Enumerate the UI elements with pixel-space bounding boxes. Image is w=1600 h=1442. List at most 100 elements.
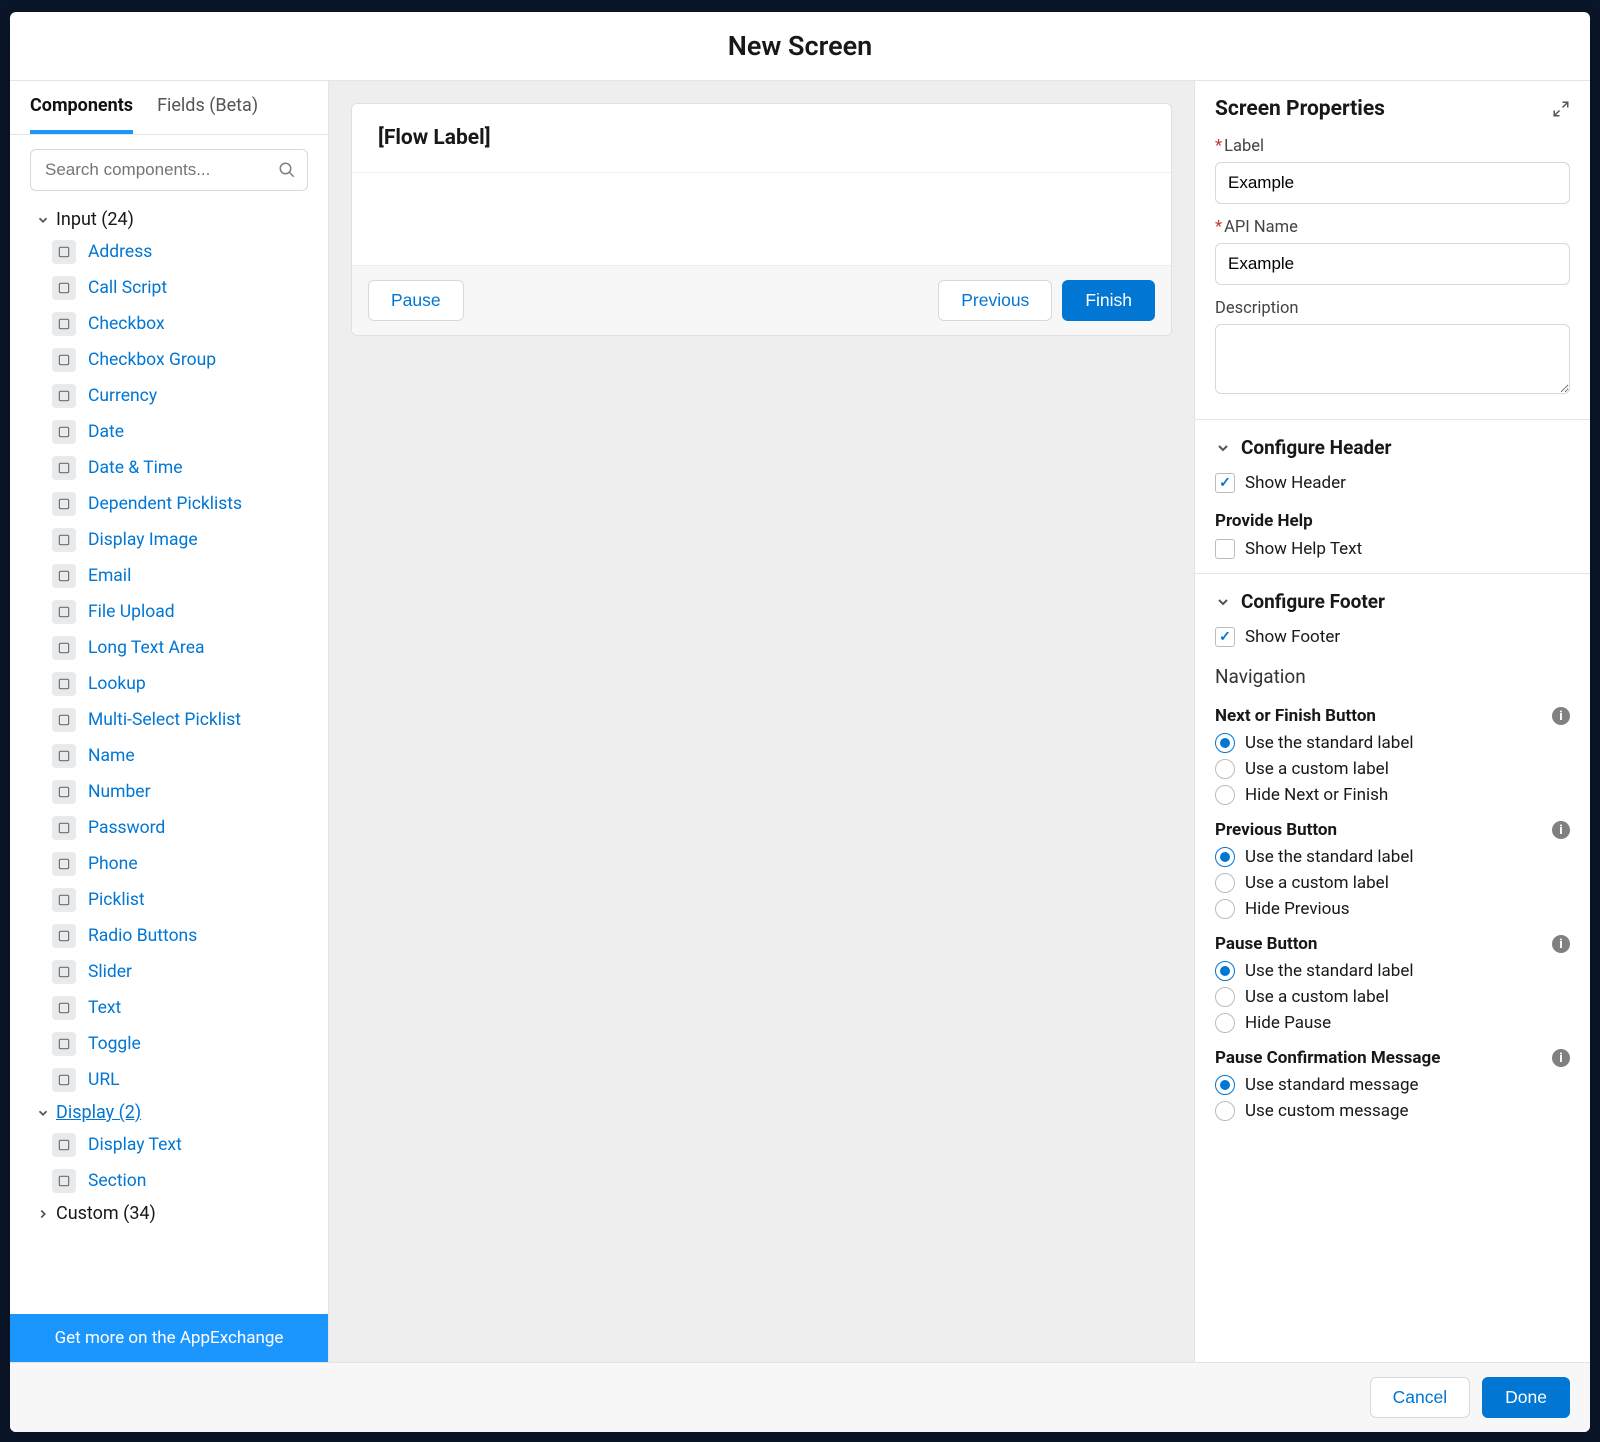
cancel-button[interactable]: Cancel [1370, 1377, 1470, 1418]
category-label: Display (2) [56, 1102, 141, 1123]
show-header-checkbox[interactable]: Show Header [1195, 469, 1590, 501]
search-input[interactable] [30, 149, 308, 191]
component-section[interactable]: Section [10, 1163, 328, 1199]
category-input[interactable]: Input (24) [10, 205, 328, 234]
component-checkbox-group[interactable]: Checkbox Group [10, 342, 328, 378]
component-url[interactable]: URL [10, 1062, 328, 1098]
component-date-time[interactable]: Date & Time [10, 450, 328, 486]
info-icon[interactable]: i [1552, 1049, 1570, 1067]
radio-option[interactable]: Hide Pause [1195, 1010, 1590, 1036]
component-password[interactable]: Password [10, 810, 328, 846]
component-number[interactable]: Number [10, 774, 328, 810]
radio-option[interactable]: Use the standard label [1195, 958, 1590, 984]
done-button[interactable]: Done [1482, 1377, 1570, 1418]
search-wrap [10, 135, 328, 205]
api-name-input[interactable] [1215, 243, 1570, 285]
radio-icon [1215, 987, 1235, 1007]
component-display-text[interactable]: Display Text [10, 1127, 328, 1163]
component-checkbox[interactable]: Checkbox [10, 306, 328, 342]
configure-header-section[interactable]: Configure Header [1195, 420, 1590, 469]
component-icon [52, 852, 76, 876]
component-toggle[interactable]: Toggle [10, 1026, 328, 1062]
chevron-right-icon [36, 1207, 50, 1221]
modal-header: New Screen [10, 12, 1590, 81]
radio-icon [1215, 759, 1235, 779]
component-slider[interactable]: Slider [10, 954, 328, 990]
component-icon [52, 420, 76, 444]
radio-label: Use a custom label [1245, 759, 1389, 779]
info-icon[interactable]: i [1552, 821, 1570, 839]
category-custom[interactable]: Custom (34) [10, 1199, 328, 1228]
component-dependent-picklists[interactable]: Dependent Picklists [10, 486, 328, 522]
properties-panel: Screen Properties *Label *API Name Descr… [1194, 81, 1590, 1362]
canvas-title: [Flow Label] [352, 104, 1171, 173]
screen-canvas[interactable]: [Flow Label] Pause Previous Finish [351, 103, 1172, 336]
component-phone[interactable]: Phone [10, 846, 328, 882]
show-footer-checkbox[interactable]: Show Footer [1195, 623, 1590, 655]
radio-option[interactable]: Hide Next or Finish [1195, 782, 1590, 808]
radio-icon [1215, 899, 1235, 919]
tab-components[interactable]: Components [30, 95, 133, 134]
radio-option[interactable]: Use the standard label [1195, 844, 1590, 870]
radio-label: Use standard message [1245, 1075, 1419, 1095]
component-label: Date & Time [88, 458, 183, 478]
component-date[interactable]: Date [10, 414, 328, 450]
radio-option[interactable]: Use custom message [1195, 1098, 1590, 1124]
radio-option[interactable]: Use the standard label [1195, 730, 1590, 756]
component-label: Text [88, 998, 121, 1018]
component-icon [52, 708, 76, 732]
radio-icon [1215, 1013, 1235, 1033]
info-icon[interactable]: i [1552, 935, 1570, 953]
canvas-footer: Pause Previous Finish [352, 265, 1171, 335]
category-label: Custom (34) [56, 1203, 156, 1224]
component-label: Currency [88, 386, 157, 406]
radio-option[interactable]: Use a custom label [1195, 870, 1590, 896]
radio-icon [1215, 785, 1235, 805]
component-icon [52, 492, 76, 516]
component-address[interactable]: Address [10, 234, 328, 270]
description-input[interactable] [1215, 324, 1570, 394]
configure-footer-section[interactable]: Configure Footer [1195, 574, 1590, 623]
previous-button[interactable]: Previous [938, 280, 1052, 321]
radio-option[interactable]: Use a custom label [1195, 756, 1590, 782]
component-currency[interactable]: Currency [10, 378, 328, 414]
component-display-image[interactable]: Display Image [10, 522, 328, 558]
label-input[interactable] [1215, 162, 1570, 204]
radio-icon [1215, 847, 1235, 867]
component-label: Multi-Select Picklist [88, 710, 241, 730]
component-lookup[interactable]: Lookup [10, 666, 328, 702]
radio-option[interactable]: Use a custom label [1195, 984, 1590, 1010]
appexchange-button[interactable]: Get more on the AppExchange [10, 1314, 328, 1362]
pause-msg-group: Pause Confirmation Message i [1195, 1036, 1590, 1072]
next-button-group: Next or Finish Button i [1195, 694, 1590, 730]
component-call-script[interactable]: Call Script [10, 270, 328, 306]
radio-option[interactable]: Hide Previous [1195, 896, 1590, 922]
component-picklist[interactable]: Picklist [10, 882, 328, 918]
tab-fields[interactable]: Fields (Beta) [157, 95, 258, 134]
component-text[interactable]: Text [10, 990, 328, 1026]
component-label: Dependent Picklists [88, 494, 242, 514]
info-icon[interactable]: i [1552, 707, 1570, 725]
components-panel: Components Fields (Beta) Input (24) [10, 81, 329, 1362]
finish-button[interactable]: Finish [1062, 280, 1155, 321]
category-display[interactable]: Display (2) [10, 1098, 328, 1127]
component-long-text-area[interactable]: Long Text Area [10, 630, 328, 666]
component-label: Phone [88, 854, 138, 874]
component-multi-select-picklist[interactable]: Multi-Select Picklist [10, 702, 328, 738]
expand-icon[interactable] [1552, 100, 1570, 118]
radio-label: Hide Previous [1245, 899, 1350, 919]
component-icon [52, 276, 76, 300]
component-icon [52, 348, 76, 372]
component-label: File Upload [88, 602, 175, 622]
category-label: Input (24) [56, 209, 134, 230]
left-tabs: Components Fields (Beta) [10, 81, 328, 135]
component-name[interactable]: Name [10, 738, 328, 774]
description-label: Description [1215, 299, 1570, 318]
component-email[interactable]: Email [10, 558, 328, 594]
component-radio-buttons[interactable]: Radio Buttons [10, 918, 328, 954]
component-file-upload[interactable]: File Upload [10, 594, 328, 630]
pause-button[interactable]: Pause [368, 280, 464, 321]
canvas-body[interactable] [352, 173, 1171, 265]
show-help-checkbox[interactable]: Show Help Text [1195, 535, 1590, 567]
radio-option[interactable]: Use standard message [1195, 1072, 1590, 1098]
